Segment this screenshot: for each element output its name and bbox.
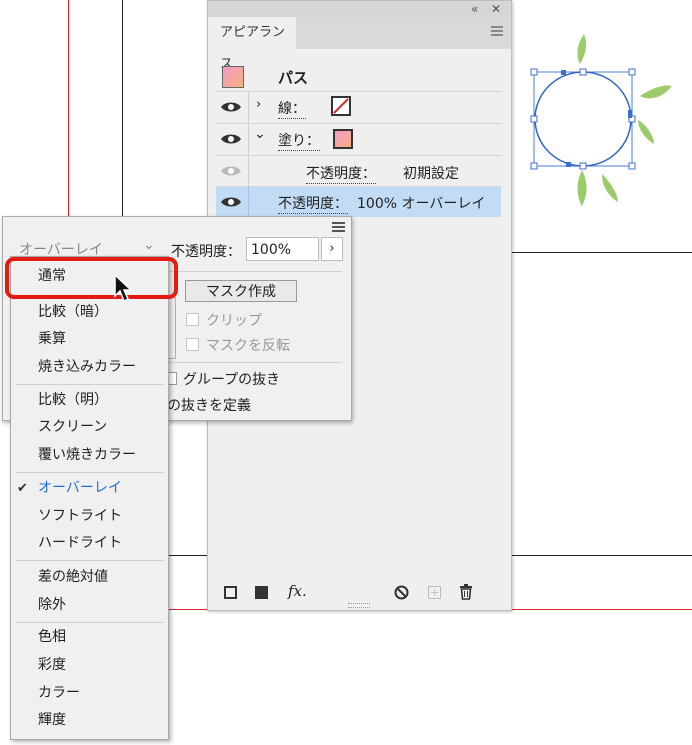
opacity-value: 100% オーバーレイ xyxy=(357,196,486,212)
mouse-cursor-icon xyxy=(114,274,133,303)
visibility-eye-icon[interactable] xyxy=(220,100,242,114)
blend-option-difference[interactable]: 差の絶対値 xyxy=(11,564,168,591)
make-mask-button[interactable]: マスク作成 xyxy=(185,280,297,302)
blend-option-soft-light[interactable]: ソフトライト xyxy=(11,503,168,530)
appearance-fill-row[interactable]: ⌄ 塗り： xyxy=(216,123,501,154)
appearance-stroke-row[interactable]: › 線： xyxy=(216,91,501,122)
visibility-eye-icon[interactable] xyxy=(220,132,242,146)
clip-checkbox[interactable] xyxy=(186,313,199,326)
panel-tab-row: アピアランス xyxy=(208,17,511,72)
fill-swatch-gradient[interactable] xyxy=(333,129,353,149)
knockout-group-label: グループの抜き xyxy=(183,372,281,388)
leaf-right-top xyxy=(640,85,672,99)
artboard-black-edge-vertical xyxy=(122,0,123,216)
blend-mode-dropdown: 通常 比較（暗） 乗算 焼き込みカラー 比較（明） スクリーン 覆い焼きカラー … xyxy=(10,256,169,740)
collapse-chevron-icon[interactable]: ⌄ xyxy=(254,126,266,142)
clip-label: クリップ xyxy=(206,313,262,329)
blend-option-hue[interactable]: 色相 xyxy=(11,624,168,651)
collapse-panel-icon[interactable]: « xyxy=(471,2,478,16)
object-thumbnail xyxy=(222,66,244,88)
close-icon[interactable]: ✕ xyxy=(491,2,501,16)
fill-opacity-value: 初期設定 xyxy=(403,166,459,182)
artboard-red-guide-vertical xyxy=(68,0,69,216)
leaf-right-mid xyxy=(638,120,654,144)
chevron-down-icon: ⌄ xyxy=(143,237,155,253)
opacity-input[interactable]: 100% xyxy=(246,237,319,261)
fill-opacity-label[interactable]: 不透明度： xyxy=(306,163,376,184)
flyout-divider xyxy=(168,362,342,363)
tab-appearance[interactable]: アピアランス xyxy=(208,17,296,72)
stroke-swatch-none[interactable] xyxy=(331,96,351,116)
add-new-stroke-icon[interactable] xyxy=(224,586,237,599)
flyout-divider xyxy=(168,271,342,272)
blend-option-saturation[interactable]: 彩度 xyxy=(11,652,168,679)
appearance-opacity-row-selected[interactable]: 不透明度： 100% オーバーレイ xyxy=(216,186,501,217)
leaf-top xyxy=(577,34,587,64)
add-new-fill-icon[interactable] xyxy=(255,586,268,599)
invert-mask-checkbox[interactable] xyxy=(186,338,199,351)
appearance-object-row[interactable]: パス xyxy=(216,61,501,91)
callout-highlight-box xyxy=(5,257,178,299)
blend-option-lighten[interactable]: 比較（明） xyxy=(11,387,168,414)
panel-titlebar[interactable]: « ✕ xyxy=(208,1,511,17)
flyout-menu-icon[interactable] xyxy=(332,222,345,234)
blend-option-exclusion[interactable]: 除外 xyxy=(11,592,168,619)
add-new-effect-icon[interactable]: fx. xyxy=(288,582,307,600)
leaf-bottom-right xyxy=(602,174,618,202)
stroke-label[interactable]: 線： xyxy=(278,98,306,119)
duplicate-item-icon-disabled[interactable]: + xyxy=(428,586,441,599)
path-circle xyxy=(534,71,632,167)
visibility-eye-icon[interactable] xyxy=(220,195,242,209)
blend-option-darken[interactable]: 比較（暗） xyxy=(11,299,168,326)
blend-option-overlay-label: オーバーレイ xyxy=(38,480,122,496)
artwork-circle-with-leaves[interactable] xyxy=(520,28,692,218)
delete-item-trash-icon[interactable] xyxy=(459,584,473,600)
expand-chevron-icon[interactable]: › xyxy=(256,97,261,112)
panel-menu-icon[interactable] xyxy=(491,26,503,38)
blend-option-color-burn[interactable]: 焼き込みカラー xyxy=(11,354,168,381)
leaf-bottom-left xyxy=(577,170,587,206)
blend-option-luminosity[interactable]: 輝度 xyxy=(11,707,168,734)
opacity-slider-arrow-button[interactable]: › xyxy=(321,237,343,261)
fill-label[interactable]: 塗り： xyxy=(278,130,320,151)
blend-mode-select[interactable]: オーバーレイ ⌄ xyxy=(13,237,161,258)
blend-option-color-dodge[interactable]: 覆い焼きカラー xyxy=(11,442,168,469)
appearance-fill-opacity-row[interactable]: 不透明度： 初期設定 xyxy=(216,155,501,186)
blend-option-color[interactable]: カラー xyxy=(11,680,168,707)
panel-resize-grip[interactable] xyxy=(348,603,370,608)
blend-option-screen[interactable]: スクリーン xyxy=(11,414,168,441)
object-label: パス xyxy=(278,69,309,87)
checkmark-icon: ✔ xyxy=(17,481,28,496)
invert-mask-label: マスクを反転 xyxy=(206,338,290,354)
blend-option-multiply[interactable]: 乗算 xyxy=(11,326,168,353)
clear-appearance-icon[interactable] xyxy=(394,585,409,600)
opacity-field-label: 不透明度： xyxy=(171,244,241,260)
visibility-eye-icon-disabled[interactable] xyxy=(220,164,242,178)
opacity-label[interactable]: 不透明度： xyxy=(278,193,348,214)
blend-option-overlay-selected[interactable]: ✔ オーバーレイ xyxy=(11,475,168,502)
define-knockout-label: の抜きを定義 xyxy=(167,398,251,414)
blend-option-hard-light[interactable]: ハードライト xyxy=(11,530,168,557)
